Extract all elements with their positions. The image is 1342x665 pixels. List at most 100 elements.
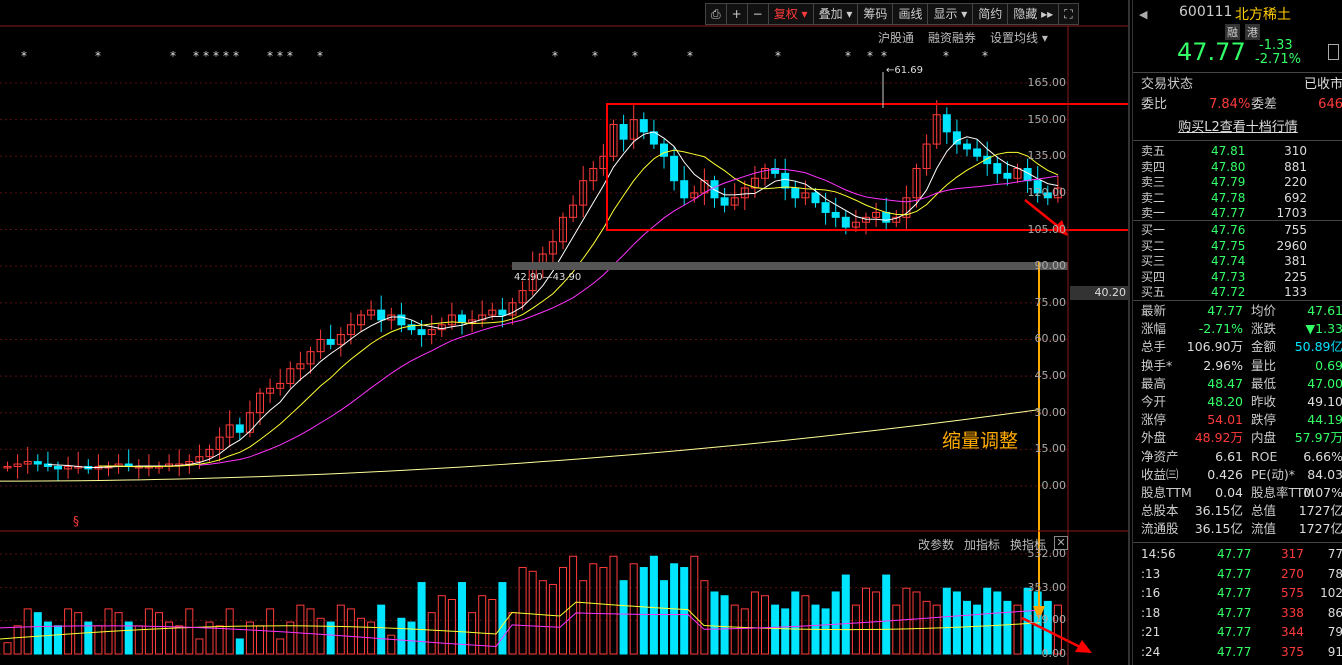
- toolbar-button-6[interactable]: 画线: [892, 3, 929, 25]
- pin-icon[interactable]: [1328, 44, 1339, 60]
- volume-bar: [286, 621, 295, 655]
- toolbar-button-8[interactable]: 简约: [972, 3, 1009, 25]
- stat-value: 48.47: [1207, 375, 1243, 391]
- stat-label: 总手: [1141, 339, 1167, 355]
- candle: [831, 197, 840, 228]
- volume-bar: [730, 604, 739, 655]
- event-star[interactable]: *: [170, 49, 176, 63]
- event-star[interactable]: *: [317, 49, 323, 63]
- candle: [175, 449, 184, 477]
- event-star[interactable]: *: [193, 49, 199, 63]
- subbar-item-1[interactable]: 融资融券: [928, 29, 976, 46]
- panel-collapse-icon[interactable]: ◀: [1139, 8, 1147, 21]
- toolbar-button-10[interactable]: ⛶: [1058, 3, 1079, 25]
- event-star[interactable]: *: [287, 49, 293, 63]
- event-star[interactable]: *: [632, 49, 638, 63]
- stat-value: 44.19: [1307, 412, 1342, 428]
- candle: [791, 180, 800, 208]
- event-star[interactable]: *: [881, 49, 887, 63]
- toolbar-button-7[interactable]: 显示 ▾: [927, 3, 974, 25]
- subbar-item-2[interactable]: 设置均线 ▾: [990, 29, 1048, 46]
- stat-value: 1727亿: [1298, 503, 1342, 519]
- event-star[interactable]: *: [592, 49, 598, 63]
- candle: [882, 197, 891, 230]
- indicator-item-1[interactable]: 加指标: [964, 536, 1000, 553]
- candle: [114, 454, 123, 474]
- ma5-line: [47, 131, 1058, 468]
- event-star[interactable]: *: [845, 49, 851, 63]
- event-star[interactable]: *: [687, 49, 693, 63]
- toolbar-button-9[interactable]: 隐藏 ▸▸: [1007, 3, 1060, 25]
- kline-chart[interactable]: * * * * * * * * * * * * * * * * * * * * * *: [0, 0, 1130, 665]
- volume-bar: [690, 555, 699, 655]
- event-star[interactable]: *: [867, 49, 873, 63]
- event-star[interactable]: *: [277, 49, 283, 63]
- event-star[interactable]: *: [233, 49, 239, 63]
- chart-toolbar: ⎙ + − 复权 ▾ 叠加 ▾ 筹码 画线 显示 ▾ 简约 隐藏 ▸▸ ⛶: [705, 3, 1079, 25]
- event-star[interactable]: *: [775, 49, 781, 63]
- candle: [639, 112, 648, 140]
- stat-value: ▼1.33: [1305, 321, 1342, 337]
- subbar-item-0[interactable]: 沪股通: [878, 29, 914, 46]
- event-star[interactable]: *: [552, 49, 558, 63]
- tick-time: :24: [1141, 645, 1161, 659]
- toolbar-button-1[interactable]: +: [725, 3, 748, 25]
- volume-bar: [619, 580, 628, 655]
- candle: [599, 144, 608, 176]
- volume-bar: [700, 580, 709, 655]
- stat-label: 总值: [1251, 503, 1277, 519]
- candle: [64, 456, 73, 479]
- volume-bar: [33, 612, 42, 655]
- indicator-item-0[interactable]: 改参数: [918, 536, 954, 553]
- volume-bar: [407, 621, 416, 655]
- candle: [13, 454, 22, 479]
- volume-bar: [579, 580, 588, 655]
- stat-row: 最高 48.47 最低 47.00: [1141, 375, 1342, 393]
- l2-link[interactable]: 购买L2查看十档行情: [1133, 119, 1342, 137]
- event-star[interactable]: *: [267, 49, 273, 63]
- toolbar-button-5[interactable]: 筹码: [857, 3, 894, 25]
- candle: [720, 188, 729, 213]
- candle: [589, 161, 598, 191]
- tick-volume: 344: [1281, 625, 1304, 640]
- toolbar-button-2[interactable]: −: [746, 3, 769, 25]
- candle: [225, 410, 234, 447]
- event-star[interactable]: *: [203, 49, 209, 63]
- volume-bar: [316, 617, 325, 655]
- stat-label: 均价: [1251, 303, 1277, 318]
- tick-time: 14:56: [1141, 547, 1176, 561]
- event-star[interactable]: *: [95, 49, 101, 63]
- price-tick: 135.00: [1027, 149, 1067, 163]
- candle: [286, 361, 295, 389]
- ma250-line: [0, 409, 1041, 482]
- tick-volume: 270: [1281, 566, 1304, 581]
- volume-bar: [458, 582, 466, 655]
- toolbar-button-4[interactable]: 叠加 ▾: [812, 3, 859, 25]
- stat-label: 金额: [1251, 339, 1277, 355]
- candle: [932, 100, 941, 149]
- stat-label: 收益㈢: [1141, 466, 1179, 482]
- buy-label: 买二: [1141, 238, 1166, 253]
- candle: [771, 158, 780, 179]
- toolbar-button-3[interactable]: 复权 ▾: [767, 3, 814, 25]
- volume-bar: [771, 604, 780, 655]
- wb-label: 委比: [1141, 97, 1168, 112]
- toolbar-button-0[interactable]: ⎙: [705, 3, 727, 25]
- event-star[interactable]: *: [943, 49, 949, 63]
- event-star[interactable]: *: [223, 49, 229, 63]
- candlesticks: [3, 100, 1062, 482]
- volume-bar: [599, 567, 608, 655]
- volume-bar: [761, 595, 769, 655]
- volume-bar: [326, 621, 335, 655]
- tick-row: :18 47.77 338 86: [1141, 604, 1342, 622]
- event-star[interactable]: *: [982, 49, 988, 63]
- candle: [124, 449, 133, 472]
- stat-value: 57.97万: [1294, 430, 1342, 446]
- tick-count: 79: [1327, 625, 1342, 640]
- sell-label: 卖四: [1141, 159, 1166, 174]
- volume-bar: [963, 600, 971, 655]
- volume-bars: [0, 555, 1062, 655]
- volume-tick: 353.00: [1027, 580, 1067, 594]
- event-star[interactable]: *: [21, 49, 27, 63]
- event-star[interactable]: *: [213, 49, 219, 63]
